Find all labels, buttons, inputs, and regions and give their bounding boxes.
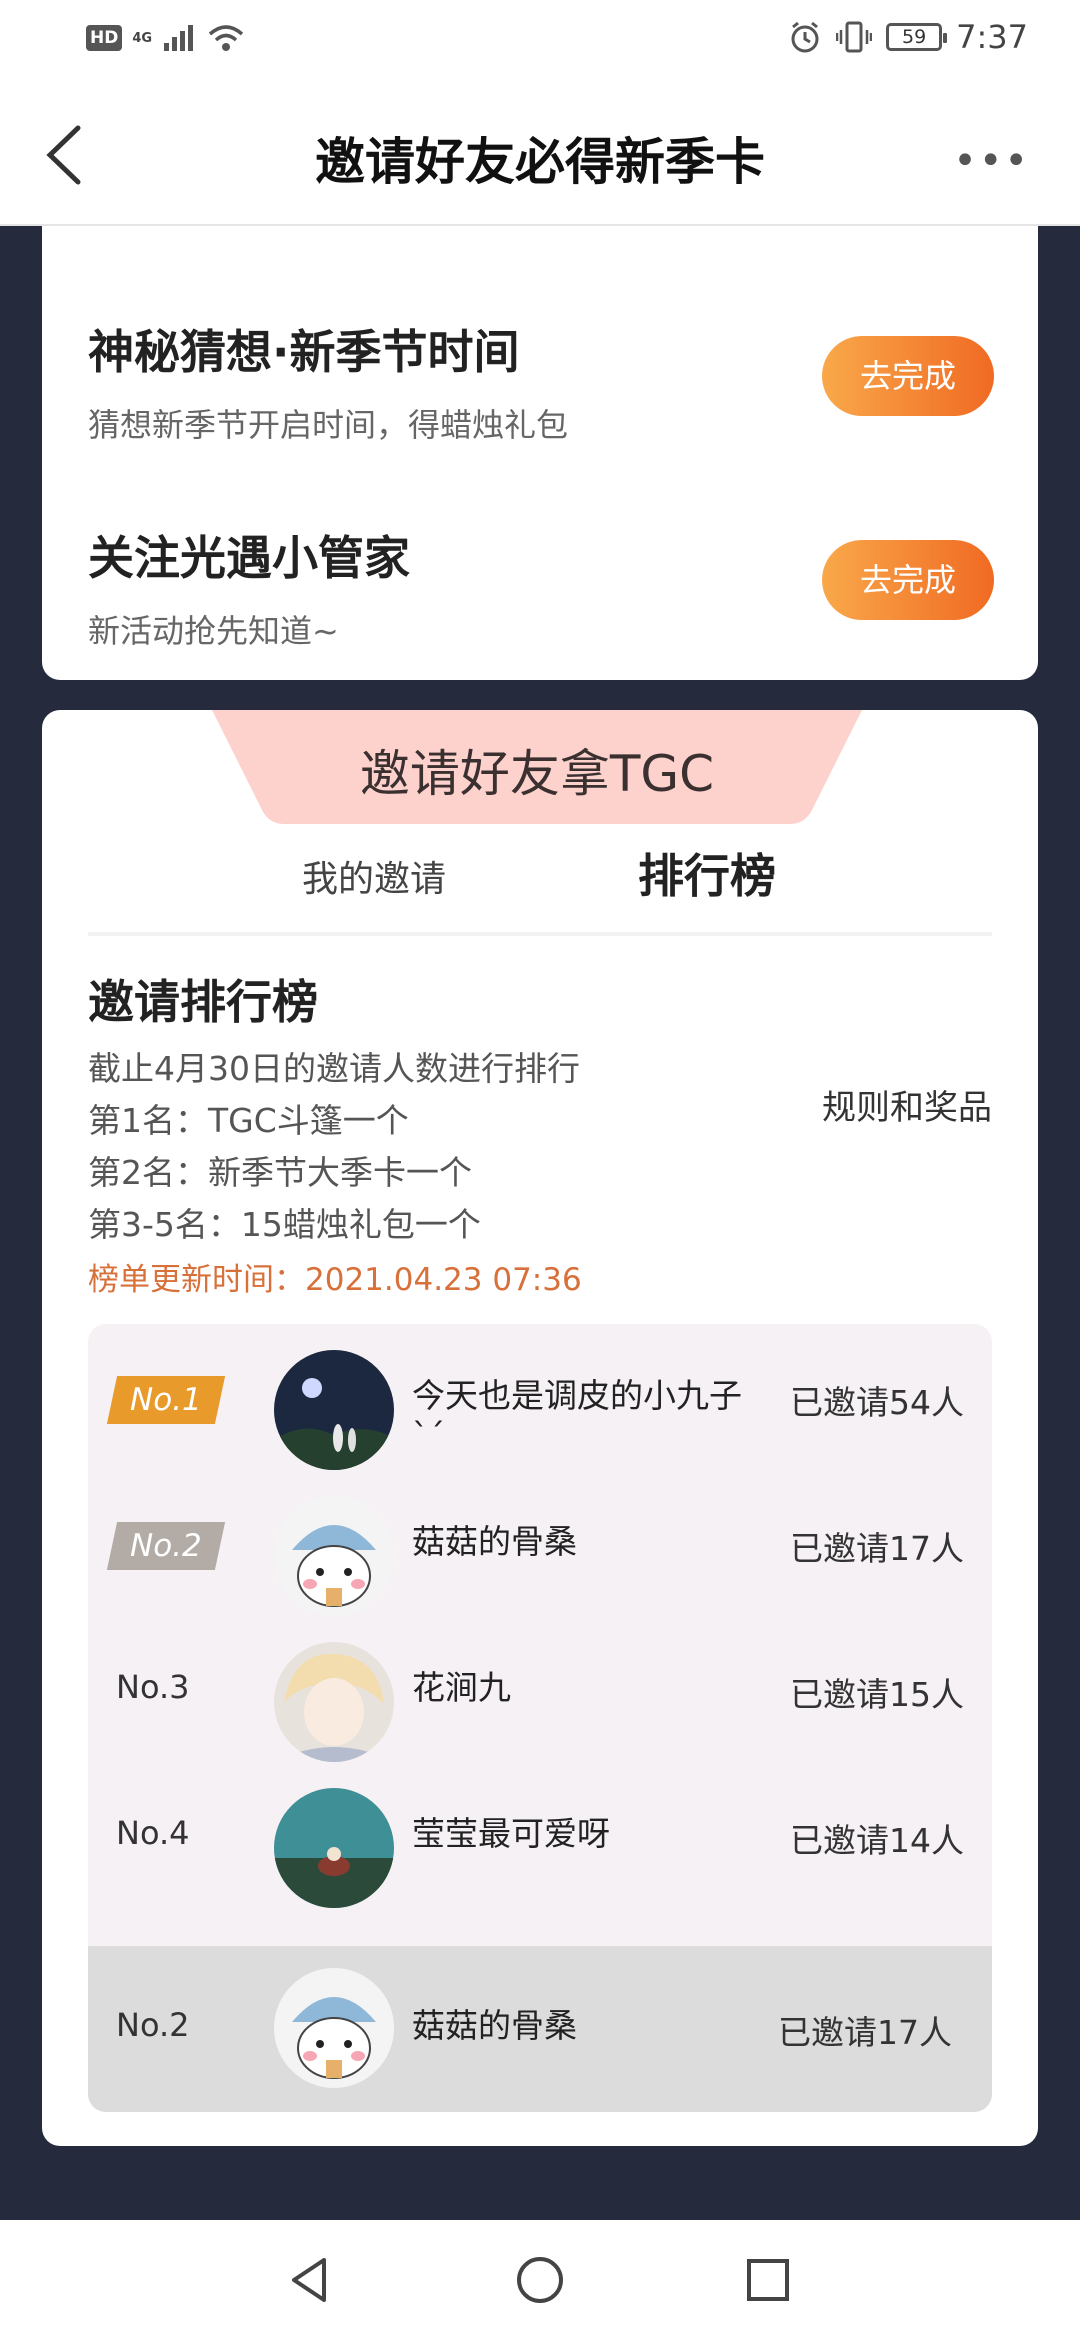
battery-indicator: 59 (886, 23, 948, 51)
rule-text: 第3-5名：15蜡烛礼包一个 (88, 1205, 481, 1244)
rule-text: 第2名：新季节大季卡一个 (88, 1153, 472, 1192)
app-header: 邀请好友必得新季卡 ••• (0, 80, 1080, 226)
rule-text: 第1名：TGC斗篷一个 (88, 1101, 409, 1140)
tab-my-invites[interactable]: 我的邀请 (302, 850, 446, 902)
username: 菇菇的骨桑 (412, 2006, 577, 2045)
rank-label: No.4 (116, 1814, 190, 1852)
avatar (274, 1642, 394, 1762)
invite-count: 已邀请17人 (778, 2013, 952, 2052)
rank-label: No.3 (116, 1668, 190, 1706)
network-type: 4G (132, 30, 153, 46)
invite-banner-title: 邀请好友拿TGC (359, 745, 715, 803)
status-bar: HD 4G 59 7:37 (0, 0, 1080, 80)
leaderboard-row[interactable]: No.4 莹莹最可爱呀 已邀请14人 (88, 1762, 992, 1908)
nav-recents-icon[interactable] (738, 2250, 798, 2310)
rank-badge-silver: No.2 (106, 1522, 226, 1570)
more-options-icon[interactable]: ••• (953, 138, 1030, 184)
vibrate-icon (836, 21, 873, 53)
wifi-icon (208, 25, 244, 51)
tab-leaderboard[interactable]: 排行榜 (638, 840, 776, 906)
username: 今天也是调皮的小九子ˋˊ (412, 1376, 742, 1455)
my-rank-row[interactable]: No.2 菇菇的骨桑 已邀请17人 (88, 1946, 992, 2112)
system-nav-bar (0, 2220, 1080, 2340)
leaderboard-row[interactable]: No.2 菇菇的骨桑 已邀请17人 (88, 1470, 992, 1616)
invite-count: 已邀请17人 (790, 1529, 964, 1568)
username: 莹莹最可爱呀 (412, 1814, 610, 1853)
username: 花涧九 (412, 1668, 511, 1707)
invite-count: 已邀请54人 (790, 1383, 964, 1422)
avatar (274, 1350, 394, 1470)
invite-count: 已邀请15人 (790, 1675, 964, 1714)
page-title: 邀请好友必得新季卡 (315, 133, 765, 191)
complete-task-button[interactable]: 去完成 (822, 540, 994, 620)
avatar (274, 1968, 394, 2088)
nav-back-icon[interactable] (280, 2250, 340, 2310)
hd-indicator: HD (86, 25, 123, 51)
leaderboard-row[interactable]: No.1 今天也是调皮的小九子ˋˊ 已邀请54人 (88, 1324, 992, 1470)
update-time: 榜单更新时间：2021.04.23 07:36 (88, 1262, 582, 1298)
leaderboard-title: 邀请排行榜 (88, 975, 318, 1029)
avatar (274, 1496, 394, 1616)
invite-count: 已邀请14人 (790, 1821, 964, 1860)
status-right: 59 7:37 (788, 18, 1028, 56)
clock: 7:37 (956, 18, 1028, 56)
username: 菇菇的骨桑 (412, 1522, 577, 1561)
leaderboard-row[interactable]: No.3 花涧九 已邀请15人 (88, 1616, 992, 1762)
leaderboard-list: No.1 今天也是调皮的小九子ˋˊ 已邀请54人 No.2 菇菇的骨桑 已邀请1… (88, 1324, 992, 2112)
signal-icon (164, 25, 194, 51)
avatar (274, 1788, 394, 1908)
alarm-icon (791, 21, 819, 53)
nav-home-icon[interactable] (510, 2250, 570, 2310)
rank-badge-gold: No.1 (106, 1376, 226, 1424)
complete-task-button[interactable]: 去完成 (822, 336, 994, 416)
rules-and-prizes-link[interactable]: 规则和奖品 (822, 1080, 992, 1129)
tab-divider (88, 932, 992, 936)
task-card: 神秘猜想·新季节时间 猜想新季节开启时间，得蜡烛礼包 去完成 关注光遇小管家 新… (42, 226, 1038, 680)
invite-card: 邀请好友拿TGC 我的邀请 排行榜 邀请排行榜 截止4月30日的邀请人数进行排行… (42, 710, 1038, 2146)
status-left: HD 4G (86, 22, 246, 54)
rank-label: No.2 (116, 2006, 190, 2044)
rule-text: 截止4月30日的邀请人数进行排行 (88, 1049, 580, 1088)
